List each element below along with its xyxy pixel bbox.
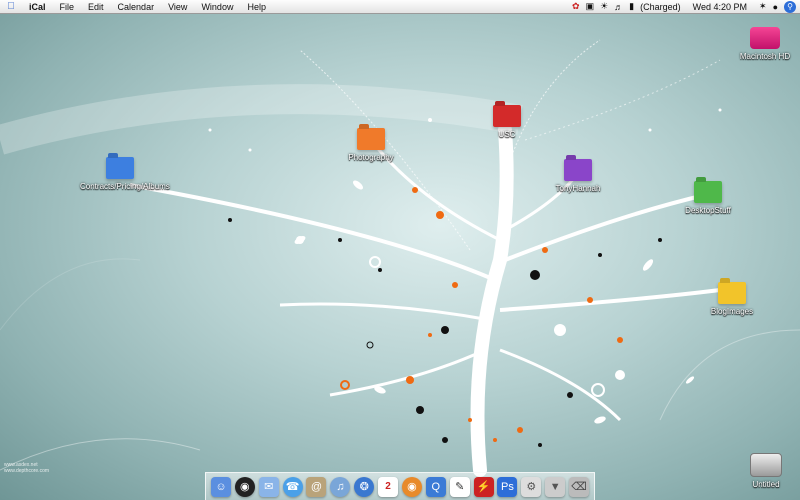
folder-photography[interactable]: Photography: [326, 128, 416, 162]
apple-menu-icon[interactable]: : [0, 1, 22, 12]
addressbook-icon[interactable]: @: [306, 476, 327, 497]
dock: ☺ ◉ ✉ ☎ @ ♫ ❂ 2 ◉ Q ✎ ⚡ Ps ⚙ ▼ ⌫: [205, 472, 595, 500]
ical-icon[interactable]: 2: [378, 476, 399, 497]
folder-contracts[interactable]: Contracts/Pricing/Albums: [75, 157, 170, 191]
menu-edit[interactable]: Edit: [81, 2, 111, 12]
drive-label: Macintosh HD: [739, 52, 791, 61]
menu-help[interactable]: Help: [240, 2, 273, 12]
downloads-icon[interactable]: ▼: [545, 476, 566, 497]
folder-label: DesktopStuff: [685, 206, 731, 215]
menu-file[interactable]: File: [53, 2, 82, 12]
folder-label: BlogImages: [710, 307, 754, 316]
folder-icon: [718, 282, 746, 304]
folder-blogimages[interactable]: BlogImages: [687, 282, 777, 316]
drive-label: Untitled: [752, 480, 780, 489]
credit-line-2: www.depthcore.com: [4, 468, 50, 474]
folder-icon: [694, 181, 722, 203]
mail-icon[interactable]: ✉: [258, 476, 279, 497]
volume-icon[interactable]: ♬: [614, 2, 623, 12]
clock[interactable]: Wed 4:20 PM: [693, 2, 747, 12]
hard-drive-icon: [750, 27, 780, 49]
menu-calendar[interactable]: Calendar: [111, 2, 162, 12]
quicktime-icon[interactable]: Q: [425, 476, 446, 497]
screen-icon[interactable]: ▣: [586, 1, 595, 12]
wifi-icon[interactable]: ☀: [600, 1, 608, 12]
desktop:  iCal File Edit Calendar View Window He…: [0, 0, 800, 500]
trash-icon[interactable]: ⌫: [569, 476, 590, 497]
growl-icon[interactable]: ✿: [572, 1, 580, 12]
disk-icon: [750, 453, 782, 477]
folder-label: TonyHannah: [555, 184, 601, 193]
battery-status[interactable]: (Charged): [640, 2, 681, 12]
folder-tonyhannah[interactable]: TonyHannah: [533, 159, 623, 193]
flash-icon[interactable]: ⚡: [473, 476, 494, 497]
photoshop-icon[interactable]: Ps: [497, 476, 518, 497]
menu-view[interactable]: View: [161, 2, 194, 12]
bluetooth-icon[interactable]: ✶: [759, 1, 767, 12]
battery-icon[interactable]: ▮: [629, 1, 634, 12]
menu-bar:  iCal File Edit Calendar View Window He…: [0, 0, 800, 14]
folder-icon: [357, 128, 385, 150]
finder-icon[interactable]: ☺: [210, 476, 231, 497]
itunes-icon[interactable]: ♫: [330, 476, 351, 497]
folder-icon: [564, 159, 592, 181]
drive-untitled[interactable]: Untitled: [721, 453, 800, 489]
wallpaper-art: [0, 39, 800, 477]
user-icon[interactable]: ●: [773, 2, 778, 12]
folder-label: Contracts/Pricing/Albums: [80, 182, 170, 191]
safari-icon[interactable]: ❂: [354, 476, 375, 497]
firefox-icon[interactable]: ◉: [401, 476, 422, 497]
folder-label: Photography: [348, 153, 394, 162]
spotlight-icon[interactable]: ⚲: [784, 0, 796, 13]
folder-icon: [106, 157, 134, 179]
dashboard-icon[interactable]: ◉: [234, 476, 255, 497]
status-area: ✿ ▣ ☀ ♬ ▮ (Charged) Wed 4:20 PM ✶ ● ⚲: [572, 0, 800, 13]
folder-usc[interactable]: USC: [462, 105, 552, 139]
folder-icon: [493, 105, 521, 127]
preview-icon[interactable]: ✎: [449, 476, 470, 497]
menu-window[interactable]: Window: [194, 2, 240, 12]
system-prefs-icon[interactable]: ⚙: [521, 476, 542, 497]
folder-desktopstuff[interactable]: DesktopStuff: [663, 181, 753, 215]
ical-date: 2: [385, 481, 391, 492]
folder-label: USC: [498, 130, 516, 139]
app-menu-ical[interactable]: iCal: [22, 2, 53, 12]
wallpaper-credit: www.asdex.net www.depthcore.com: [4, 462, 49, 474]
drive-macintosh-hd[interactable]: Macintosh HD: [720, 27, 800, 61]
ichat-icon[interactable]: ☎: [282, 476, 303, 497]
